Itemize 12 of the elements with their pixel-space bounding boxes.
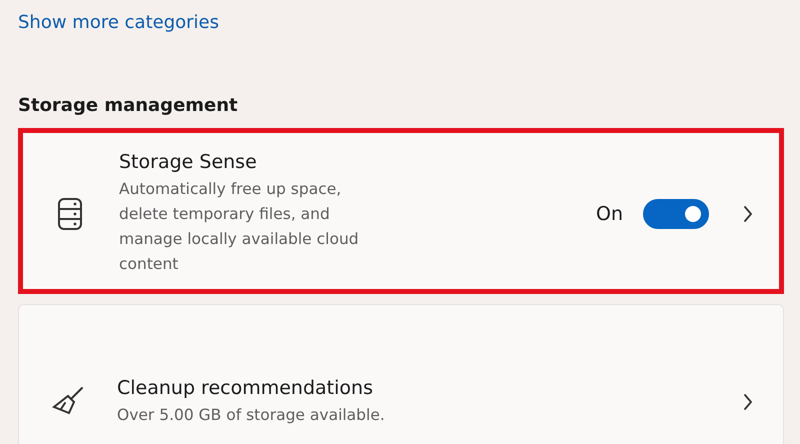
toggle-switch[interactable] xyxy=(643,199,709,229)
section-heading: Storage management xyxy=(18,95,239,116)
chevron-icon xyxy=(743,394,753,410)
card-title: Cleanup recommendations xyxy=(117,376,374,398)
settings-card[interactable]: Cleanup recommendations Over 5.00 GB of storage available. xyxy=(18,304,784,444)
show-more-link[interactable]: Show more categories xyxy=(18,12,219,33)
card-title: Storage Sense xyxy=(119,151,258,173)
toggle-state-label: On xyxy=(596,203,623,225)
settings-card[interactable]: Storage Sense Automatically free up space, delete temporary files, and manage locally available cloud content On xyxy=(18,128,784,294)
card-description: Over 5.00 GB of storage available. xyxy=(117,404,386,426)
card-description: Automatically free up space, delete temporary files, and manage locally available cloud content xyxy=(119,179,360,275)
chevron-icon xyxy=(743,206,753,222)
